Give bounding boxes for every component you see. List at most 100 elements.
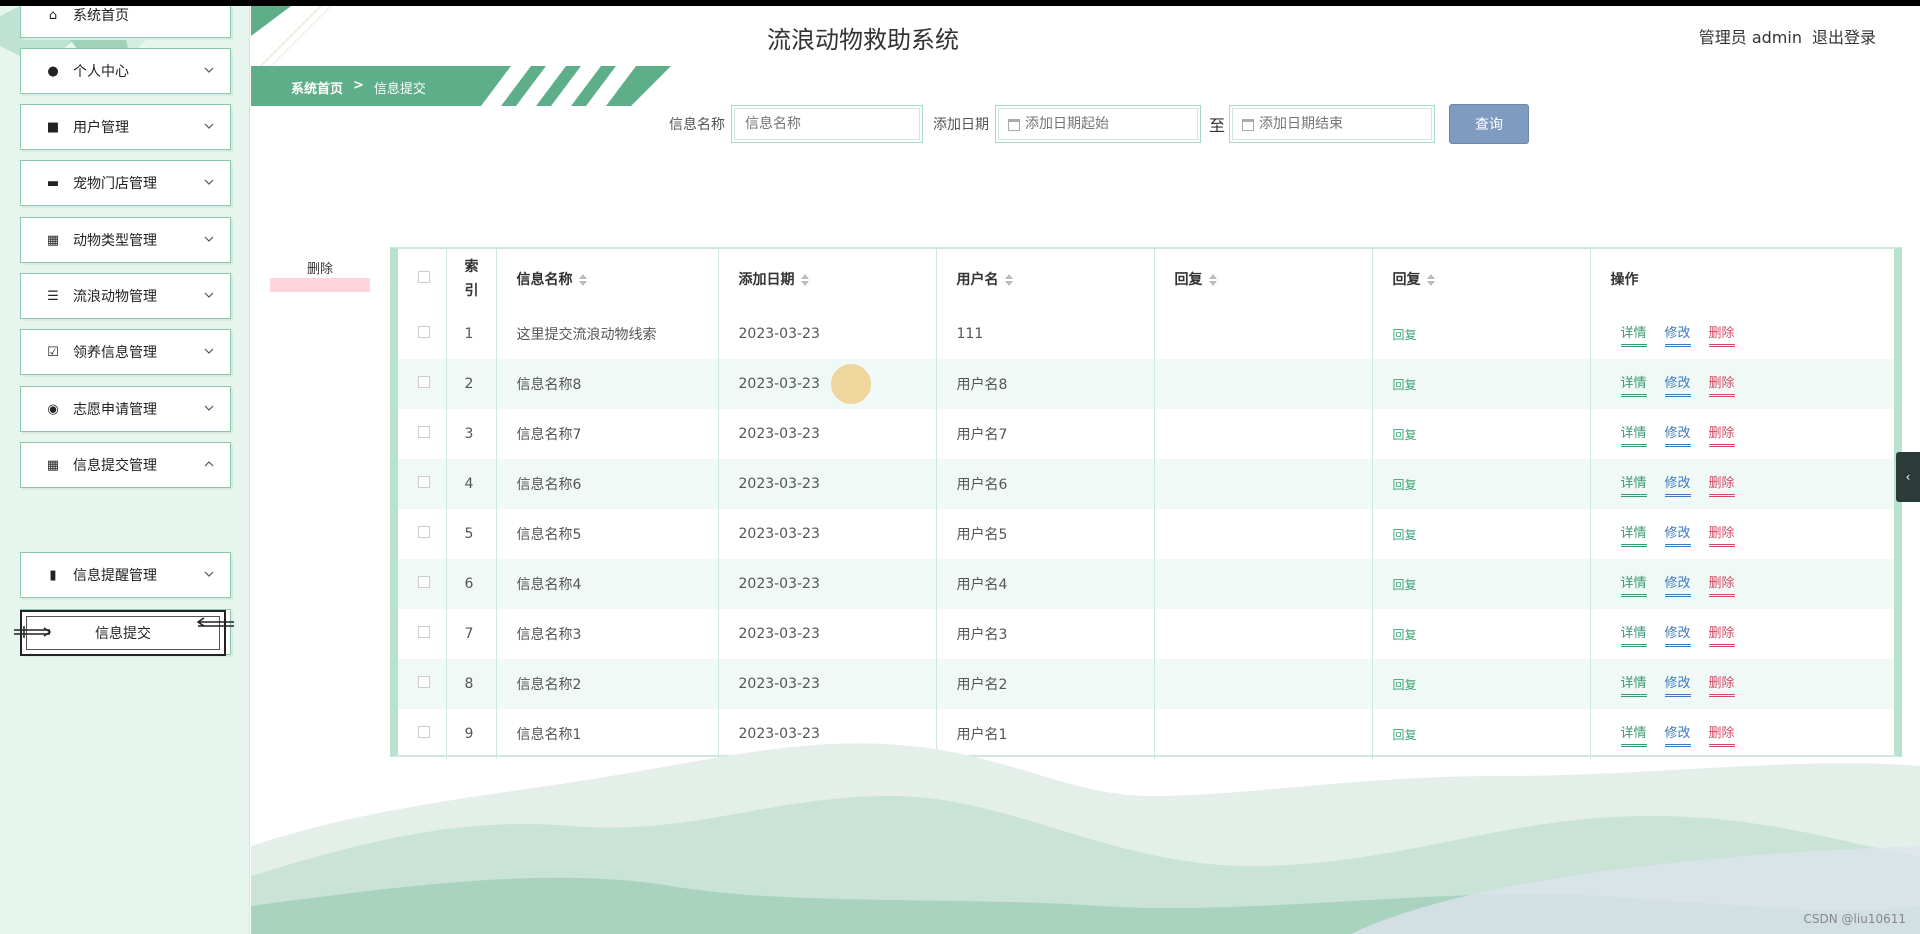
detail-button[interactable]: 详情 [1620, 572, 1647, 597]
reply-link[interactable]: 回复 [1393, 428, 1417, 442]
reply-link[interactable]: 回复 [1393, 378, 1417, 392]
grid-icon: ▦ [46, 457, 60, 473]
row-name: 信息名称8 [496, 359, 719, 409]
logout-link[interactable]: 退出登录 [1812, 24, 1876, 48]
chevron-down-icon[interactable] [202, 567, 216, 581]
sidebar-item-6[interactable]: ☰ 流浪动物管理 [20, 273, 231, 319]
batch-delete-button[interactable]: 删除 [270, 258, 370, 292]
header-reply1[interactable]: 回复 [1154, 249, 1373, 309]
reply-link[interactable]: 回复 [1393, 578, 1417, 592]
sidebar-item-label: 领养信息管理 [73, 345, 157, 361]
delete-button[interactable]: 删除 [1708, 372, 1735, 397]
calendar-icon [1242, 119, 1255, 131]
date-start-input[interactable] [998, 108, 1198, 140]
edit-button[interactable]: 修改 [1664, 472, 1691, 497]
row-index: 6 [446, 559, 497, 609]
row-reply2: 回复 [1372, 459, 1591, 509]
checkbox-icon[interactable] [418, 676, 430, 688]
header-name[interactable]: 信息名称 [496, 249, 719, 309]
system-title: 流浪动物救助系统 [767, 26, 959, 54]
chevron-down-icon[interactable] [202, 119, 216, 133]
row-name: 这里提交流浪动物线索 [496, 309, 719, 359]
sort-icon[interactable] [1426, 274, 1435, 286]
date-end-input[interactable] [1232, 108, 1433, 140]
checkbox-icon[interactable] [418, 271, 430, 283]
header-select-all[interactable] [398, 249, 447, 309]
sidebar-item-7[interactable]: ☑ 领养信息管理 [20, 329, 231, 375]
edit-button[interactable]: 修改 [1664, 572, 1691, 597]
delete-button[interactable]: 删除 [1708, 422, 1735, 447]
chevron-down-icon[interactable] [202, 401, 216, 415]
table-header-row: 索引 信息名称 添加日期 用户名 回复 回复 操作 [398, 249, 1894, 309]
header-reply2[interactable]: 回复 [1372, 249, 1591, 309]
delete-button[interactable]: 删除 [1708, 572, 1735, 597]
checkbox-icon[interactable] [418, 426, 430, 438]
sidebar-submenu-info-submit[interactable]: 信息提交 [14, 610, 234, 656]
header-date[interactable]: 添加日期 [718, 249, 937, 309]
edit-button[interactable]: 修改 [1664, 672, 1691, 697]
chevron-down-icon[interactable] [202, 288, 216, 302]
chevron-up-icon[interactable] [202, 457, 216, 471]
reply-link[interactable]: 回复 [1393, 478, 1417, 492]
chevron-down-icon[interactable] [202, 344, 216, 358]
detail-button[interactable]: 详情 [1620, 472, 1647, 497]
checkbox-icon[interactable] [418, 476, 430, 488]
data-table: 索引 信息名称 添加日期 用户名 回复 回复 操作 1 这里提交流浪动物线索 202… [398, 249, 1894, 759]
edit-button[interactable]: 修改 [1664, 622, 1691, 647]
detail-button[interactable]: 详情 [1620, 672, 1647, 697]
checkbox-icon[interactable] [418, 326, 430, 338]
sort-icon[interactable] [578, 274, 587, 286]
row-index: 7 [446, 609, 497, 659]
reply-link[interactable]: 回复 [1393, 678, 1417, 692]
row-select-cell [398, 659, 447, 709]
delete-button[interactable]: 删除 [1708, 672, 1735, 697]
delete-button[interactable]: 删除 [1708, 622, 1735, 647]
sidebar-item-4[interactable]: ▬ 宠物门店管理 [20, 160, 231, 206]
edit-button[interactable]: 修改 [1664, 522, 1691, 547]
sidebar-item-9[interactable]: ▦ 信息提交管理 [20, 442, 231, 488]
delete-button[interactable]: 删除 [1708, 472, 1735, 497]
sort-icon[interactable] [1208, 274, 1217, 286]
reply-link[interactable]: 回复 [1393, 628, 1417, 642]
edit-button[interactable]: 修改 [1664, 372, 1691, 397]
breadcrumb-home[interactable]: 系统首页 [291, 78, 343, 97]
sidebar-item-2[interactable]: ● 个人中心 [20, 48, 231, 94]
delete-button[interactable]: 删除 [1708, 322, 1735, 347]
sidebar-item-8[interactable]: ◉ 志愿申请管理 [20, 386, 231, 432]
edit-button[interactable]: 修改 [1664, 422, 1691, 447]
detail-button[interactable]: 详情 [1620, 622, 1647, 647]
chevron-down-icon[interactable] [202, 232, 216, 246]
side-collapse-tab[interactable]: ‹ [1896, 452, 1920, 502]
sidebar-item-3[interactable]: ■ 用户管理 [20, 104, 231, 150]
table-row: 1 这里提交流浪动物线索 2023-03-23 111 回复 详情 修改 删除 [398, 309, 1894, 359]
sort-icon[interactable] [1004, 274, 1013, 286]
delete-button[interactable]: 删除 [1708, 522, 1735, 547]
detail-button[interactable]: 详情 [1620, 422, 1647, 447]
sidebar-item-5[interactable]: ▦ 动物类型管理 [20, 217, 231, 263]
chevron-down-icon[interactable] [202, 175, 216, 189]
sort-icon[interactable] [800, 274, 809, 286]
sidebar-item-10[interactable]: ▮ 信息提醒管理 [20, 552, 231, 598]
query-button[interactable]: 查询 [1449, 104, 1530, 144]
row-date: 2023-03-23 [718, 409, 937, 459]
background-waves [251, 743, 1920, 934]
row-user: 用户名8 [936, 359, 1155, 409]
sidebar-item-label: 用户管理 [73, 120, 129, 136]
clipboard-icon: ☑ [47, 344, 59, 360]
detail-button[interactable]: 详情 [1620, 372, 1647, 397]
reply-link[interactable]: 回复 [1393, 528, 1417, 542]
checkbox-icon[interactable] [418, 576, 430, 588]
header-user[interactable]: 用户名 [936, 249, 1155, 309]
checkbox-icon[interactable] [418, 626, 430, 638]
detail-button[interactable]: 详情 [1620, 522, 1647, 547]
detail-button[interactable]: 详情 [1620, 322, 1647, 347]
row-index: 3 [446, 409, 497, 459]
checkbox-icon[interactable] [418, 526, 430, 538]
sidebar-item-1[interactable]: ⌂ 系统首页 [20, 6, 231, 38]
edit-button[interactable]: 修改 [1664, 322, 1691, 347]
header-reply1-label: 回复 [1174, 272, 1203, 288]
chevron-down-icon[interactable] [202, 63, 216, 77]
checkbox-icon[interactable] [418, 376, 430, 388]
search-name-input[interactable] [734, 108, 920, 140]
reply-link[interactable]: 回复 [1393, 328, 1417, 342]
